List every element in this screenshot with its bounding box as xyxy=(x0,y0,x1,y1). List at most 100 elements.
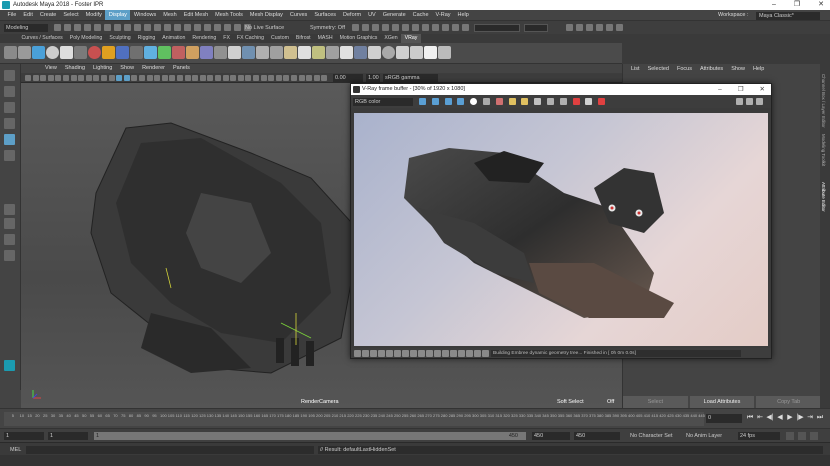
shelf-tool-icon[interactable] xyxy=(60,46,73,59)
menu-help[interactable]: Help xyxy=(454,10,472,20)
shelf-tool-icon[interactable] xyxy=(130,46,143,59)
select-button[interactable]: Select xyxy=(623,396,688,408)
tab-attribute-editor[interactable]: Attribute Editor xyxy=(821,182,826,212)
panel-tool-icon[interactable] xyxy=(123,75,130,81)
panel-tool-icon[interactable] xyxy=(32,75,39,81)
shelf-tool-icon[interactable] xyxy=(200,46,213,59)
vfb-status-icon[interactable] xyxy=(466,350,473,357)
playback-end-field[interactable]: 450 xyxy=(532,432,570,440)
panel-tool-icon[interactable] xyxy=(253,75,259,81)
vfb-status-icon[interactable] xyxy=(378,350,385,357)
shelf-tool-icon[interactable] xyxy=(326,46,339,59)
panel-tool-icon[interactable] xyxy=(85,75,92,81)
shelf-tab-poly-modeling[interactable]: Poly Modeling xyxy=(66,34,106,43)
close-button[interactable]: ✕ xyxy=(818,0,824,10)
panel-tool-icon[interactable] xyxy=(237,75,244,81)
live-surface-label[interactable]: No Live Surface xyxy=(245,24,284,32)
shelf-tool-icon[interactable] xyxy=(396,46,409,59)
vfb-close-button[interactable]: ✕ xyxy=(760,84,765,95)
statusline-tool-icon[interactable] xyxy=(154,24,161,31)
end-frame-field[interactable]: 450 xyxy=(574,432,620,440)
panel-tool-icon[interactable] xyxy=(321,75,328,81)
menu-display[interactable]: Display xyxy=(105,10,131,20)
shelf-tab-curves-surfaces[interactable]: Curves / Surfaces xyxy=(18,34,66,43)
step-back-frame-icon[interactable]: ◀| xyxy=(766,414,774,422)
range-slider-bar[interactable]: 1 450 xyxy=(94,432,526,440)
render-field[interactable] xyxy=(474,24,520,32)
shelf-tab-mash[interactable]: MASH xyxy=(314,34,336,43)
vfb-tool-icon[interactable] xyxy=(559,98,567,105)
panel-tool-icon[interactable] xyxy=(298,75,305,81)
panel-tool-icon[interactable] xyxy=(70,75,77,81)
panel-tool-icon[interactable] xyxy=(215,75,221,81)
vfb-maximize-button[interactable]: ❐ xyxy=(738,84,744,95)
shelf-tool-icon[interactable] xyxy=(102,46,115,59)
panel-tool-icon[interactable] xyxy=(177,75,183,81)
attr-menu-help[interactable]: Help xyxy=(749,64,768,74)
lasso-tool-icon[interactable] xyxy=(4,86,15,97)
statusline-tool-icon[interactable] xyxy=(596,24,603,31)
attr-menu-focus[interactable]: Focus xyxy=(673,64,696,74)
statusline-tool-icon[interactable] xyxy=(124,24,131,31)
shelf-tool-icon[interactable] xyxy=(242,46,255,59)
shelf-tab-rigging[interactable]: Rigging xyxy=(134,34,159,43)
statusline-tool-icon[interactable] xyxy=(184,24,191,31)
shelf-tab-fx[interactable]: FX xyxy=(220,34,234,43)
time-ruler[interactable]: 5 10 15 20 25 30 35 40 45 50 55 60 65 70 75 80 85 90 95 100… xyxy=(4,412,705,426)
fps-select[interactable]: 24 fps xyxy=(738,432,780,440)
shelf-tool-icon[interactable] xyxy=(116,46,129,59)
statusline-tool-icon[interactable] xyxy=(566,24,573,31)
attr-menu-show[interactable]: Show xyxy=(727,64,749,74)
statusline-tool-icon[interactable] xyxy=(576,24,583,31)
panel-tool-icon[interactable] xyxy=(268,75,275,81)
menu-create[interactable]: Create xyxy=(36,10,60,20)
panel-menu-view[interactable]: View xyxy=(41,64,61,73)
shelf-tool-icon[interactable] xyxy=(424,46,437,59)
menu-deform[interactable]: Deform xyxy=(340,10,365,20)
statusline-tool-icon[interactable] xyxy=(462,24,469,31)
render-field-2[interactable] xyxy=(524,24,548,32)
vfb-tool-icon[interactable] xyxy=(598,98,606,105)
menu-windows[interactable]: Windows xyxy=(130,10,159,20)
menu-mesh[interactable]: Mesh xyxy=(160,10,180,20)
mel-label[interactable]: MEL xyxy=(10,446,21,454)
statusline-tool-icon[interactable] xyxy=(586,24,593,31)
statusline-tool-icon[interactable] xyxy=(134,24,141,31)
shelf-tab-bifrost[interactable]: Bifrost xyxy=(292,34,314,43)
menu-mesh-tools[interactable]: Mesh Tools xyxy=(212,10,247,20)
vfb-tool-icon[interactable] xyxy=(483,98,490,105)
layout-stack-icon[interactable] xyxy=(4,250,15,261)
panel-tool-icon[interactable] xyxy=(260,75,267,81)
vfb-status-icon[interactable] xyxy=(442,350,449,357)
panel-tool-icon[interactable] xyxy=(47,75,54,81)
panel-menu-show[interactable]: Show xyxy=(116,64,138,73)
vfb-status-icon[interactable] xyxy=(386,350,393,357)
statusline-tool-icon[interactable] xyxy=(402,24,409,31)
copy-tab-button[interactable]: Copy Tab xyxy=(756,396,822,408)
layout-side-icon[interactable] xyxy=(4,234,15,245)
statusline-tool-icon[interactable] xyxy=(372,24,379,31)
statusline-tool-icon[interactable] xyxy=(432,24,439,31)
panel-tool-icon[interactable] xyxy=(184,75,191,81)
step-back-key-icon[interactable]: ⇤ xyxy=(756,414,764,422)
shelf-tool-icon[interactable] xyxy=(340,46,353,59)
select-tool-icon[interactable] xyxy=(4,70,15,81)
shelf-tool-icon[interactable] xyxy=(32,46,45,59)
vfb-right-tool-icon[interactable] xyxy=(756,98,763,105)
statusline-tool-icon[interactable] xyxy=(144,24,151,31)
panel-tool-icon[interactable] xyxy=(199,75,206,81)
vfb-status-icon[interactable] xyxy=(418,350,425,357)
vfb-tool-icon[interactable] xyxy=(585,98,593,105)
shelf-tool-icon[interactable] xyxy=(256,46,269,59)
panel-tool-icon[interactable] xyxy=(245,75,252,81)
vfb-tool-icon[interactable] xyxy=(457,98,465,105)
vfb-status-icon[interactable] xyxy=(362,350,369,357)
panel-tool-icon[interactable] xyxy=(169,75,176,81)
step-forward-frame-icon[interactable]: |▶ xyxy=(796,414,804,422)
shelf-tool-icon[interactable] xyxy=(354,46,367,59)
attr-menu-list[interactable]: List xyxy=(627,64,644,74)
shelf-tool-icon[interactable] xyxy=(270,46,283,59)
shelf-tool-icon[interactable] xyxy=(214,46,227,59)
vfb-status-icon[interactable] xyxy=(402,350,409,357)
menu-file[interactable]: File xyxy=(4,10,20,20)
